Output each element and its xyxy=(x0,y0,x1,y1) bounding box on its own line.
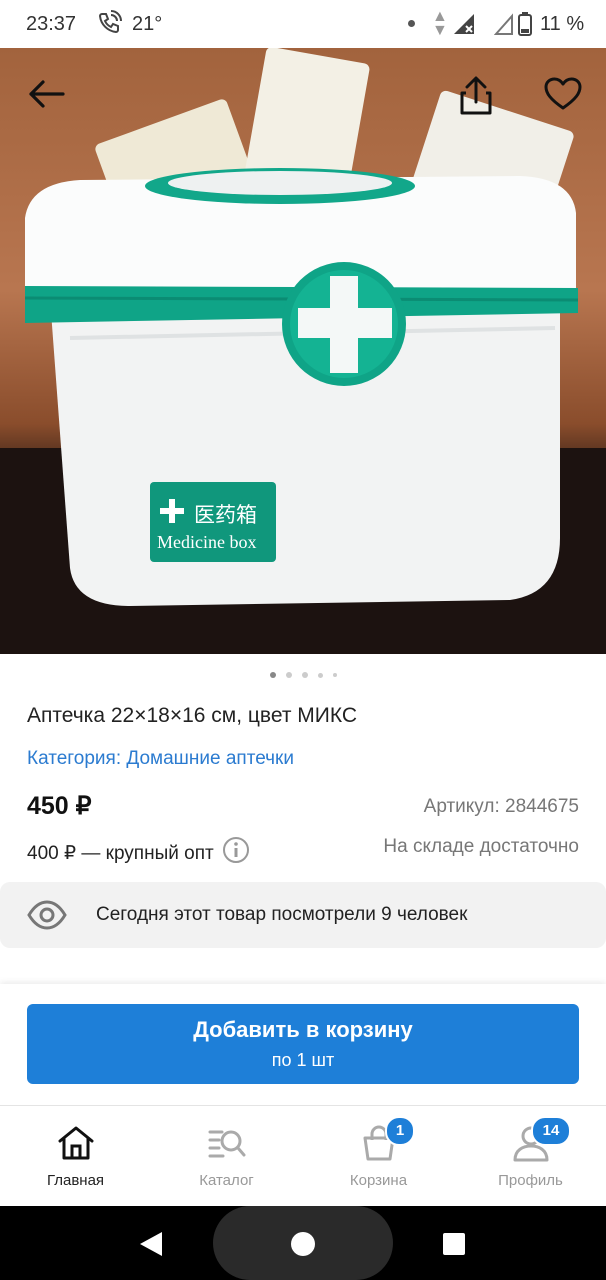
heart-icon xyxy=(544,77,582,116)
status-time: 23:37 xyxy=(26,13,77,35)
add-to-cart-label: Добавить в корзину xyxy=(193,1017,413,1042)
image-pager[interactable] xyxy=(0,672,606,678)
eye-icon xyxy=(27,897,67,938)
add-to-cart-button[interactable]: Добавить в корзину по 1 шт xyxy=(27,1004,579,1084)
wholesale-price: 400 ₽ — крупный опт xyxy=(27,836,250,870)
cart-count-badge: 1 xyxy=(385,1116,415,1146)
tab-home[interactable]: Главная xyxy=(0,1106,151,1207)
signal-icon xyxy=(452,12,478,42)
product-sku: Артикул: 2844675 xyxy=(423,796,579,817)
battery-icon xyxy=(518,12,532,42)
hidden-content-edge xyxy=(0,976,606,984)
notification-dot-icon xyxy=(408,20,415,27)
back-button[interactable] xyxy=(22,72,70,120)
back-triangle-icon[interactable] xyxy=(138,1230,164,1263)
tab-catalog[interactable]: Каталог xyxy=(151,1106,302,1207)
pager-dot[interactable] xyxy=(317,673,323,678)
wholesale-price-text: 400 ₽ — крупный опт xyxy=(27,842,214,864)
label-chinese: 医药箱 xyxy=(194,503,257,527)
product-title: Аптечка 22×18×16 см, цвет МИКС xyxy=(27,704,358,727)
signal-empty-icon xyxy=(493,12,514,42)
share-icon xyxy=(458,76,494,121)
medicine-box-illustration xyxy=(0,48,606,654)
recents-square-icon[interactable] xyxy=(442,1232,466,1261)
tab-home-label: Главная xyxy=(46,1172,105,1189)
stock-status: На складе достаточно xyxy=(383,836,579,857)
profile-count-badge: 14 xyxy=(531,1116,571,1146)
status-temperature: 21° xyxy=(132,13,163,35)
pager-dot[interactable] xyxy=(285,672,292,678)
product-image[interactable]: 医药箱 Medicine box xyxy=(0,48,606,654)
tab-catalog-label: Каталог xyxy=(199,1172,254,1189)
status-bar: 23:37 21° ▲ ▼ 11 % xyxy=(0,0,606,48)
home-circle-icon[interactable] xyxy=(290,1231,316,1262)
home-icon xyxy=(56,1124,96,1167)
pager-dot[interactable] xyxy=(269,672,276,678)
system-navigation-bar xyxy=(0,1206,606,1280)
catalog-search-icon xyxy=(207,1124,247,1167)
views-notice: Сегодня этот товар посмотрели 9 человек xyxy=(0,882,606,948)
tab-profile[interactable]: 14 Профиль xyxy=(455,1106,606,1207)
category-link[interactable]: Категория: Домашние аптечки xyxy=(27,748,294,770)
tab-cart[interactable]: 1 Корзина xyxy=(303,1106,454,1207)
wifi-call-icon xyxy=(96,10,122,42)
tab-profile-label: Профиль xyxy=(498,1172,563,1189)
pager-dot[interactable] xyxy=(332,673,337,677)
arrow-left-icon xyxy=(27,79,65,114)
views-notice-text: Сегодня этот товар посмотрели 9 человек xyxy=(96,904,468,925)
tab-cart-label: Корзина xyxy=(349,1172,408,1189)
info-icon[interactable] xyxy=(222,836,250,870)
pager-dot[interactable] xyxy=(301,672,308,678)
bottom-tab-bar: Главная Каталог 1 Корзина 14 Профиль xyxy=(0,1105,606,1207)
add-to-cart-quantity: по 1 шт xyxy=(271,1050,335,1070)
share-button[interactable] xyxy=(452,74,500,122)
data-arrows-icon: ▲ ▼ xyxy=(432,8,448,39)
label-english: Medicine box xyxy=(157,532,257,552)
product-price: 450 ₽ xyxy=(27,792,92,820)
battery-percent: 11 % xyxy=(540,13,585,35)
favorite-button[interactable] xyxy=(538,72,588,120)
